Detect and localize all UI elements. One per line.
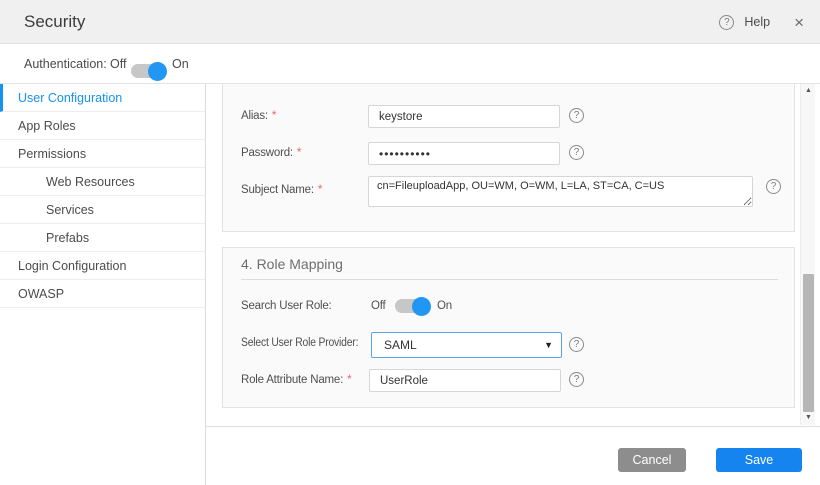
section-divider [241,279,778,280]
role-mapping-section-card: 4. Role Mapping Search User Role: Off On… [222,247,795,408]
subject-name-textarea[interactable]: cn=FileuploadApp, OU=WM, O=WM, L=LA, ST=… [368,176,753,207]
security-dialog: Security ? Help × Authentication: Off On… [0,0,820,485]
help-icon[interactable]: ? [719,15,734,30]
search-user-role-toggle[interactable] [395,299,429,313]
search-user-role-on-label: On [437,300,452,312]
role-attribute-label: Role Attribute Name:* [241,374,351,386]
search-user-role-off-label: Off [371,300,386,312]
sidebar-item-services[interactable]: Services [0,196,205,224]
keystore-section-card: Alias:* ? Password:* ? Subject Name:* cn… [222,84,795,232]
authentication-bar: Authentication: Off On [0,44,820,84]
user-role-provider-select[interactable]: SAML ▼ [371,332,562,358]
cancel-button[interactable]: Cancel [618,448,686,472]
close-icon[interactable]: × [794,14,804,31]
toggle-knob [412,297,431,316]
search-user-role-label: Search User Role: [241,300,332,312]
header-actions: ? Help × [719,0,804,44]
subject-name-help-icon[interactable]: ? [766,179,781,194]
authentication-toggle[interactable] [131,64,165,78]
dropdown-arrow-icon: ▼ [544,333,553,357]
authentication-on-label: On [172,44,189,84]
toggle-knob [148,62,167,81]
selected-provider-value: SAML [384,338,417,352]
subject-name-label: Subject Name:* [241,184,322,196]
sidebar-item-prefabs[interactable]: Prefabs [0,224,205,252]
role-mapping-section-title: 4. Role Mapping [241,256,343,272]
alias-label: Alias:* [241,110,276,122]
password-input[interactable] [368,142,560,165]
footer-divider [206,426,820,427]
provider-label: Select User Role Provider: [241,337,358,349]
sidebar-item-owasp[interactable]: OWASP [0,280,205,308]
sidebar-item-login-configuration[interactable]: Login Configuration [0,252,205,280]
required-asterisk: * [297,147,301,159]
alias-help-icon[interactable]: ? [569,108,584,123]
alias-input[interactable] [368,105,560,128]
page-title: Security [24,0,85,44]
scroll-up-icon[interactable]: ▲ [801,84,816,98]
sidebar-item-user-configuration[interactable]: User Configuration [0,84,205,112]
password-help-icon[interactable]: ? [569,145,584,160]
scroll-down-icon[interactable]: ▼ [801,411,816,425]
required-asterisk: * [318,184,322,196]
settings-content: Alias:* ? Password:* ? Subject Name:* cn… [206,84,800,426]
scrollbar-thumb[interactable] [803,274,814,412]
role-attribute-input[interactable] [369,369,561,392]
save-button[interactable]: Save [716,448,802,472]
vertical-scrollbar[interactable]: ▲ ▼ [800,84,815,425]
required-asterisk: * [272,110,276,122]
help-link[interactable]: Help [744,15,770,29]
sidebar-item-app-roles[interactable]: App Roles [0,112,205,140]
authentication-off-label: Off [110,44,126,84]
dialog-header: Security ? Help × [0,0,820,44]
authentication-label: Authentication: [24,44,107,84]
role-attribute-help-icon[interactable]: ? [569,372,584,387]
required-asterisk: * [347,374,351,386]
provider-help-icon[interactable]: ? [569,337,584,352]
sidebar-item-web-resources[interactable]: Web Resources [0,168,205,196]
sidebar-item-permissions[interactable]: Permissions [0,140,205,168]
settings-sidebar: User Configuration App Roles Permissions… [0,84,206,485]
password-label: Password:* [241,147,301,159]
